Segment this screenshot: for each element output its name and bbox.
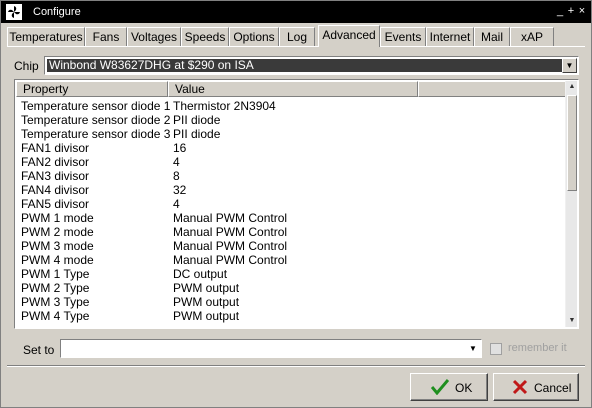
scroll-down-icon[interactable]: ▼ [566, 315, 578, 327]
tab-options[interactable]: Options [229, 27, 279, 47]
value-cell: 8 [173, 169, 180, 183]
property-cell: FAN2 divisor [21, 155, 90, 169]
scroll-thumb[interactable] [567, 95, 577, 191]
column-header-value[interactable]: Value [168, 81, 418, 97]
tab-internet[interactable]: Internet [426, 27, 474, 47]
value-cell: Thermistor 2N3904 [173, 99, 276, 113]
property-cell: Temperature sensor diode 1 [21, 99, 171, 113]
table-row[interactable]: PWM 4 Type PWM output [21, 309, 561, 323]
table-row[interactable]: PWM 2 Type PWM output [21, 281, 561, 295]
property-cell: FAN4 divisor [21, 183, 90, 197]
table-row[interactable]: FAN4 divisor 32 [21, 183, 561, 197]
table-row[interactable]: PWM 4 mode Manual PWM Control [21, 253, 561, 267]
property-cell: PWM 3 Type [21, 295, 90, 309]
table-row[interactable]: PWM 2 mode Manual PWM Control [21, 225, 561, 239]
value-cell: 4 [173, 197, 180, 211]
value-cell: 4 [173, 155, 180, 169]
property-cell: Temperature sensor diode 2 [21, 113, 171, 127]
tab-speeds[interactable]: Speeds [181, 27, 229, 47]
tab-voltages[interactable]: Voltages [127, 27, 181, 47]
chevron-down-icon[interactable]: ▼ [466, 341, 480, 356]
tab-xap[interactable]: xAP [510, 27, 554, 47]
checkmark-icon [430, 379, 450, 396]
scroll-up-icon[interactable]: ▲ [566, 81, 578, 93]
value-cell: Manual PWM Control [173, 211, 288, 225]
list-header: Property Value [16, 81, 566, 97]
table-row[interactable]: Temperature sensor diode 3 PII diode [21, 127, 561, 141]
cancel-label: Cancel [534, 381, 572, 395]
property-list[interactable]: Property Value Temperature sensor diode … [14, 79, 579, 329]
set-to-combobox[interactable]: ▼ [60, 339, 482, 358]
close-button[interactable]: × [576, 4, 588, 18]
value-cell: Manual PWM Control [173, 225, 288, 239]
window-title: Configure [33, 6, 81, 18]
chip-selected-value: Winbond W83627DHG at $290 on ISA [47, 59, 563, 72]
value-cell: DC output [173, 267, 228, 281]
chevron-down-icon[interactable]: ▼ [562, 58, 577, 73]
value-cell: PII diode [173, 127, 221, 141]
table-row[interactable]: PWM 3 mode Manual PWM Control [21, 239, 561, 253]
property-cell: PWM 3 mode [21, 239, 94, 253]
vertical-scrollbar[interactable]: ▲ ▼ [565, 81, 577, 327]
tab-mail[interactable]: Mail [474, 27, 510, 47]
table-row[interactable]: FAN2 divisor 4 [21, 155, 561, 169]
chip-label: Chip [14, 59, 39, 73]
value-cell: Manual PWM Control [173, 253, 288, 267]
fan-icon[interactable] [6, 4, 22, 20]
title-bar[interactable]: Configure _ + × [1, 1, 591, 23]
tab-events[interactable]: Events [380, 27, 426, 47]
set-to-label: Set to [23, 343, 55, 357]
ok-label: OK [455, 381, 473, 395]
tab-temperatures[interactable]: Temperatures [7, 27, 85, 47]
value-cell: PWM output [173, 295, 240, 309]
x-icon [512, 379, 530, 395]
value-cell: Manual PWM Control [173, 239, 288, 253]
property-cell: PWM 2 mode [21, 225, 94, 239]
table-row[interactable]: FAN5 divisor 4 [21, 197, 561, 211]
property-cell: FAN5 divisor [21, 197, 90, 211]
remember-label: remember it [508, 342, 567, 354]
tab-divider [7, 46, 585, 47]
tab-fans[interactable]: Fans [85, 27, 127, 47]
ok-button[interactable]: OK [410, 373, 488, 401]
property-cell: PWM 1 mode [21, 211, 94, 225]
property-cell: PWM 2 Type [21, 281, 90, 295]
table-row[interactable]: Temperature sensor diode 2 PII diode [21, 113, 561, 127]
tab-advanced[interactable]: Advanced [318, 25, 380, 47]
property-cell: FAN3 divisor [21, 169, 90, 183]
chip-dropdown[interactable]: Winbond W83627DHG at $290 on ISA ▼ [44, 56, 579, 75]
configure-window: Configure _ + × Temperatures Fans Voltag… [0, 0, 592, 408]
property-cell: PWM 4 mode [21, 253, 94, 267]
table-row[interactable]: PWM 3 Type PWM output [21, 295, 561, 309]
tab-log[interactable]: Log [279, 27, 315, 47]
column-header-property[interactable]: Property [16, 81, 168, 97]
table-row[interactable]: PWM 1 mode Manual PWM Control [21, 211, 561, 225]
checkbox-box[interactable] [490, 343, 502, 355]
property-cell: Temperature sensor diode 3 [21, 127, 171, 141]
value-cell: 32 [173, 183, 187, 197]
value-cell: 16 [173, 141, 187, 155]
value-cell: PWM output [173, 309, 240, 323]
list-rows: Temperature sensor diode 1 Thermistor 2N3… [21, 99, 561, 323]
value-cell: PII diode [173, 113, 221, 127]
table-row[interactable]: PWM 1 Type DC output [21, 267, 561, 281]
property-cell: FAN1 divisor [21, 141, 90, 155]
property-cell: PWM 1 Type [21, 267, 90, 281]
table-row[interactable]: FAN3 divisor 8 [21, 169, 561, 183]
property-cell: PWM 4 Type [21, 309, 90, 323]
table-row[interactable]: FAN1 divisor 16 [21, 141, 561, 155]
separator [7, 365, 585, 367]
value-cell: PWM output [173, 281, 240, 295]
cancel-button[interactable]: Cancel [493, 373, 579, 401]
column-header-empty [418, 81, 566, 97]
table-row[interactable]: Temperature sensor diode 1 Thermistor 2N3… [21, 99, 561, 113]
